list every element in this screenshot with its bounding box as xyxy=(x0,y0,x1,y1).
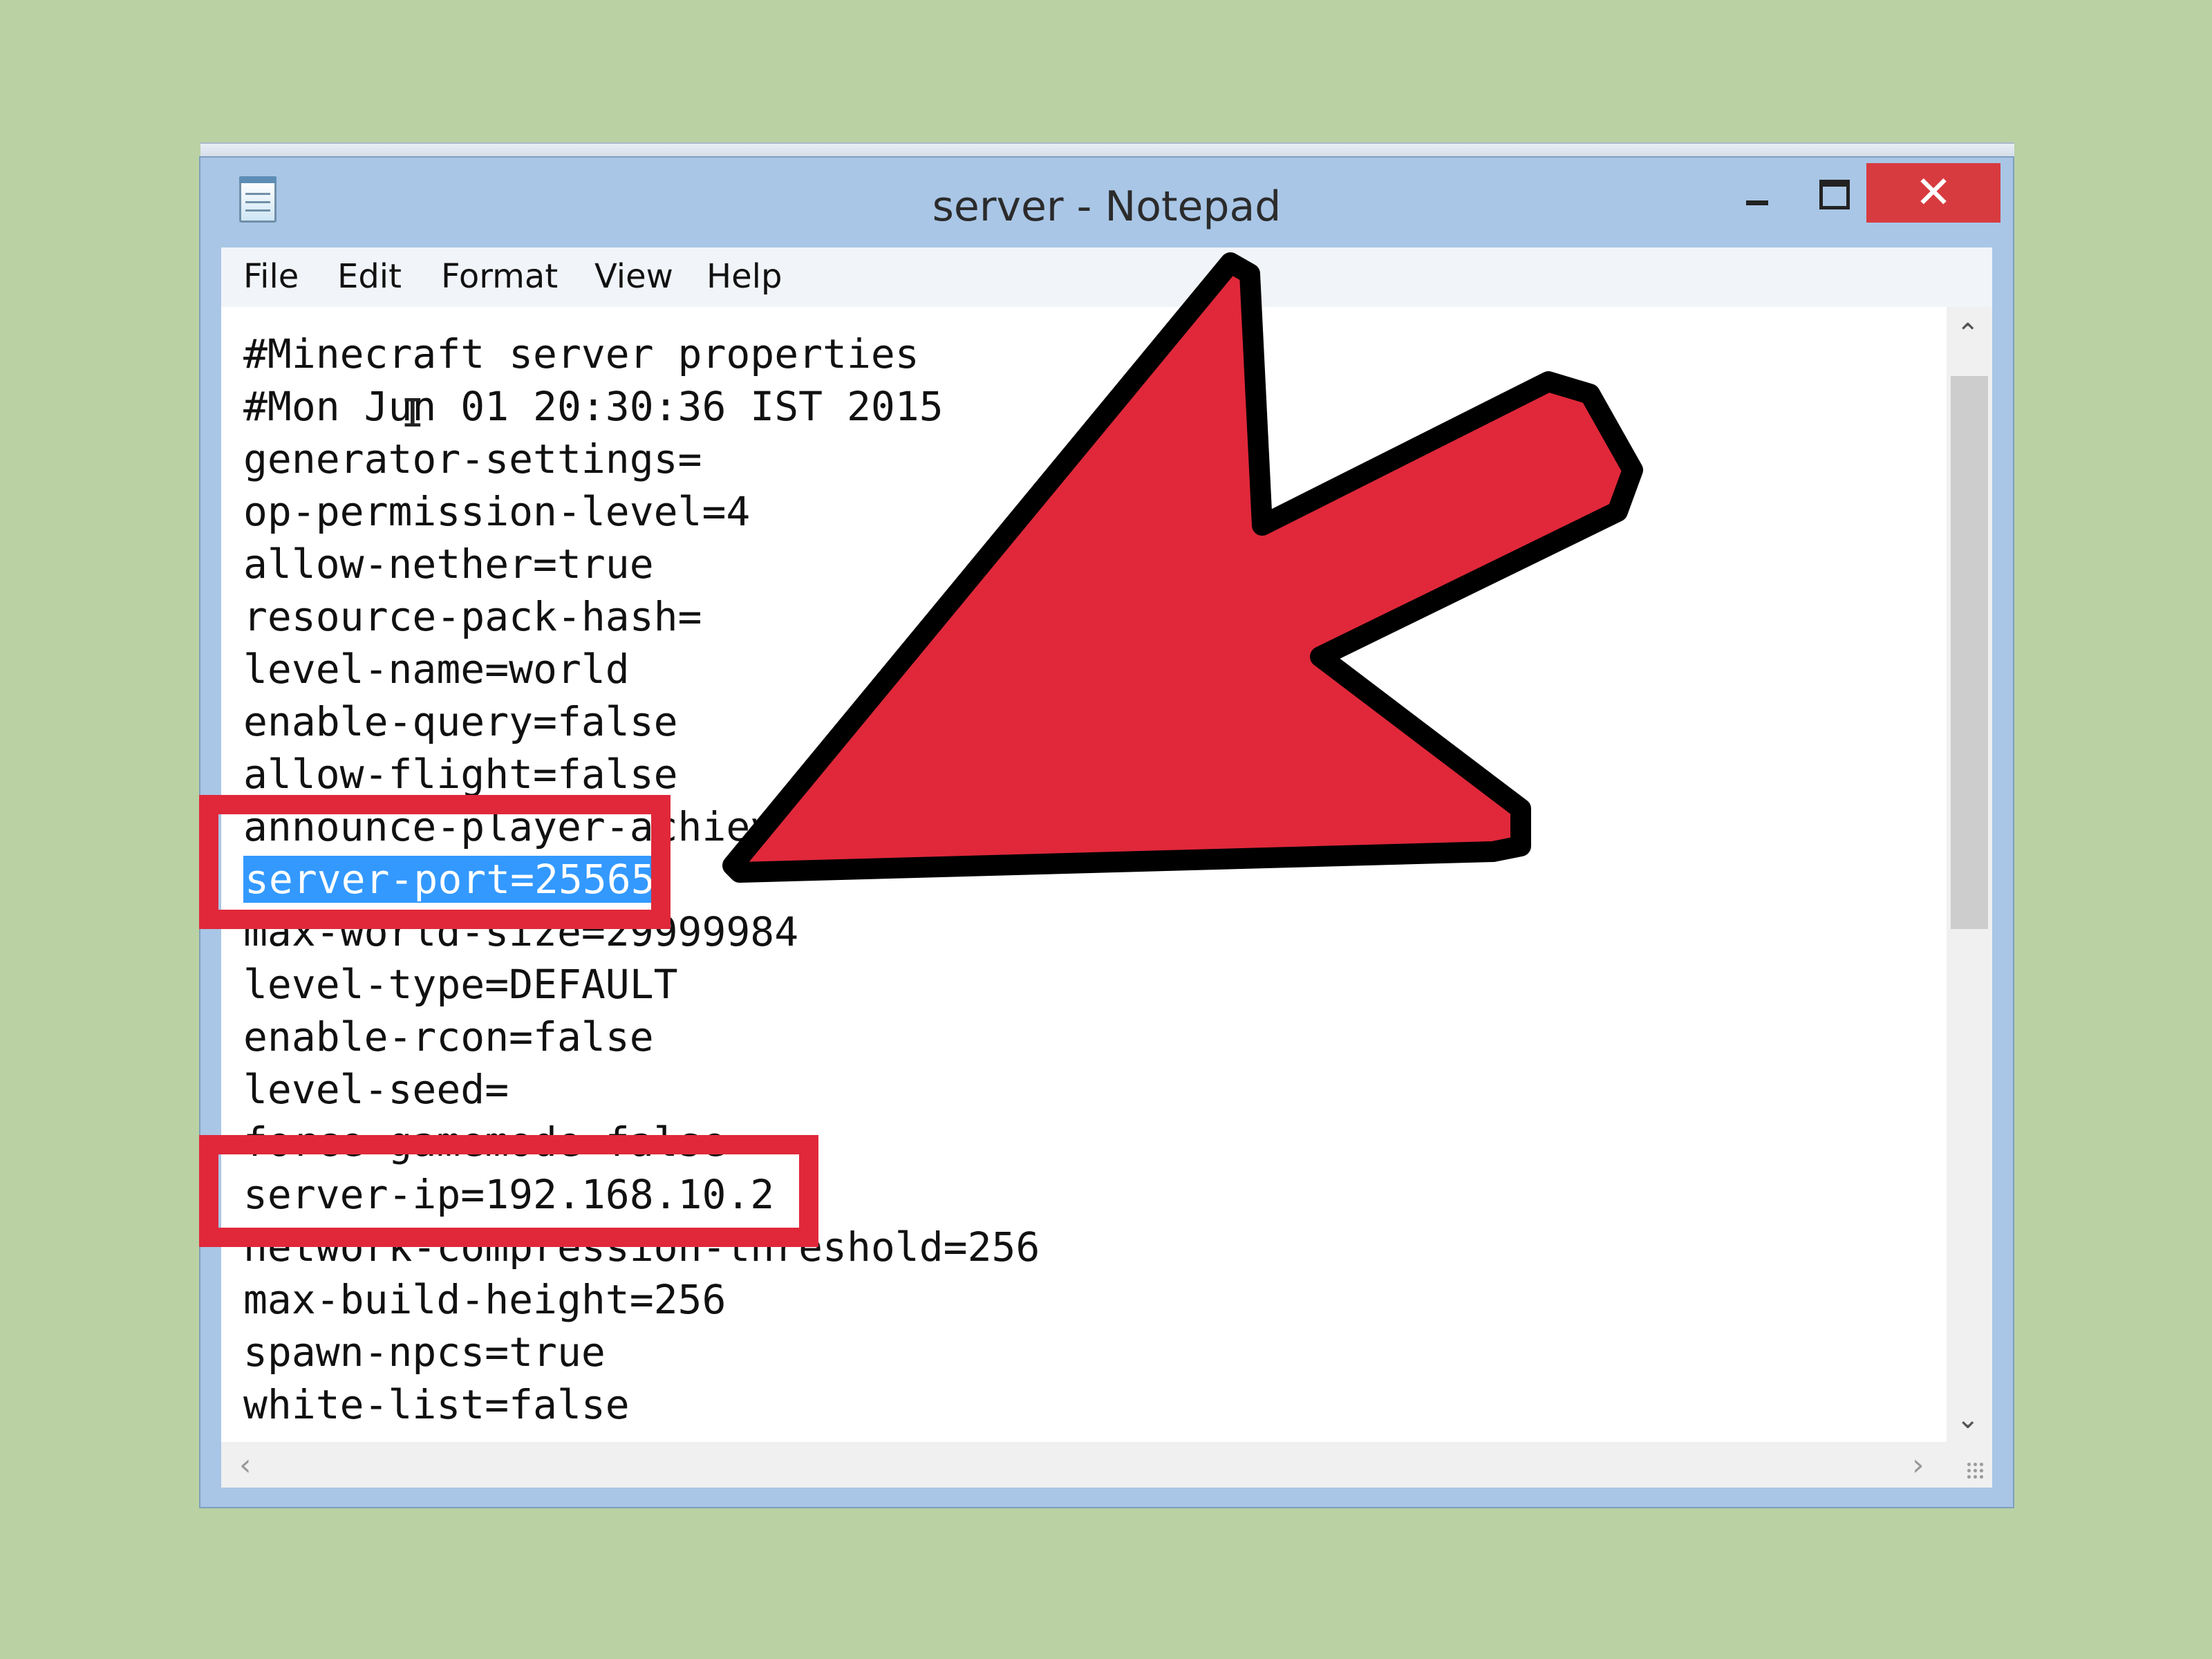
editor-line[interactable]: max-build-height=256 xyxy=(243,1273,726,1326)
editor-line[interactable]: level-name=world xyxy=(243,643,630,695)
editor-line[interactable]: #Mon Jun 01 20:30:36 IST 2015 xyxy=(243,380,944,433)
menu-format[interactable]: Format xyxy=(441,257,558,296)
horizontal-scrollbar[interactable]: ‹ › xyxy=(221,1442,1947,1488)
menu-file[interactable]: File xyxy=(243,257,299,296)
editor-line[interactable]: spawn-npcs=true xyxy=(243,1326,606,1378)
close-icon[interactable]: ✕ xyxy=(1866,163,2000,223)
title-bar[interactable]: server - Notepad ✕ xyxy=(200,158,2013,247)
editor-line[interactable]: enable-query=false xyxy=(243,695,678,748)
editor-line[interactable]: level-seed= xyxy=(243,1063,509,1116)
menu-bar: File Edit Format View Help xyxy=(221,247,1992,308)
scroll-up-icon[interactable]: ⌃ xyxy=(1956,318,1980,350)
highlight-box-server-ip xyxy=(199,1135,818,1247)
highlight-box-server-port xyxy=(199,795,671,929)
editor-line[interactable]: enable-rcon=false xyxy=(243,1011,654,1063)
editor-line[interactable]: allow-flight=false xyxy=(243,748,678,800)
vertical-scroll-thumb[interactable] xyxy=(1951,376,1988,929)
editor-line[interactable]: level-type=DEFAULT xyxy=(243,958,678,1011)
resize-grip-icon[interactable] xyxy=(1947,1442,1992,1488)
editor-line[interactable]: generator-settings= xyxy=(243,433,702,485)
editor-line[interactable]: op-permission-level=4 xyxy=(243,485,750,538)
scroll-right-icon[interactable]: › xyxy=(1912,1447,1924,1483)
editor-line[interactable]: allow-nether=true xyxy=(243,538,654,590)
maximize-icon[interactable] xyxy=(1797,163,1868,223)
text-cursor-icon: I xyxy=(401,391,424,436)
scroll-left-icon[interactable]: ‹ xyxy=(239,1447,252,1483)
menu-edit[interactable]: Edit xyxy=(337,257,402,296)
editor-line[interactable]: #Minecraft server properties xyxy=(243,328,919,380)
editor-line[interactable]: resource-pack-hash= xyxy=(243,590,702,643)
scroll-down-icon[interactable]: ⌄ xyxy=(1956,1403,1980,1435)
menu-help[interactable]: Help xyxy=(706,257,782,296)
menu-view[interactable]: View xyxy=(594,257,673,296)
editor-line[interactable]: white-list=false xyxy=(243,1378,630,1431)
vertical-scrollbar[interactable]: ⌃ ⌄ xyxy=(1947,307,1992,1442)
minimize-icon[interactable] xyxy=(1721,163,1792,223)
